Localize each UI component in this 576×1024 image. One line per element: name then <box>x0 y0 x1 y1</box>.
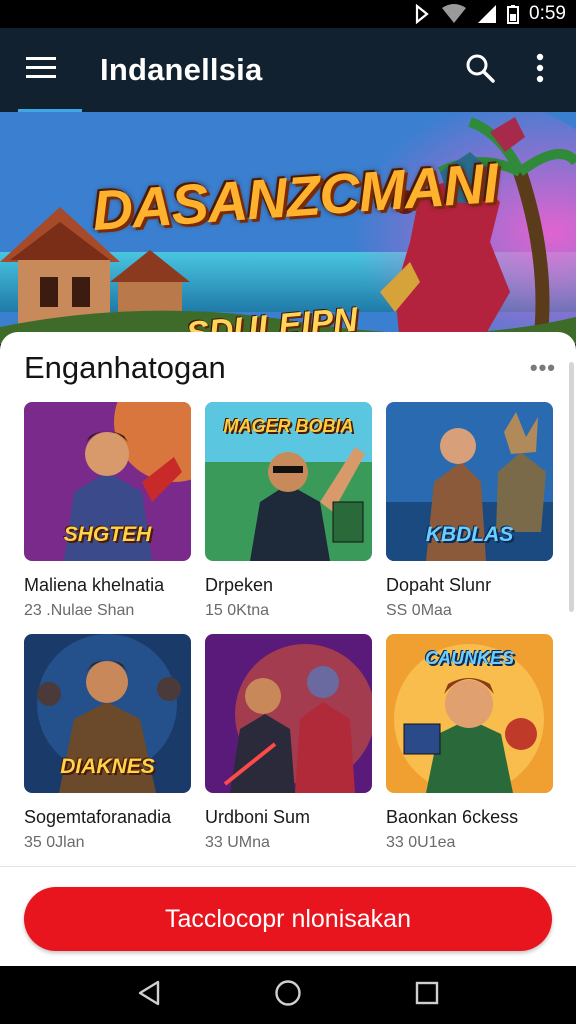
game-card[interactable]: SHGTEH Maliena khelnatia 23 .Nulae Shan <box>24 402 191 620</box>
game-art-text: CAUNKES <box>424 648 514 668</box>
game-thumbnail: MAGER BOBIA <box>205 402 372 561</box>
section-title: Enganhatogan <box>24 350 226 385</box>
menu-button[interactable] <box>0 28 82 112</box>
game-subtitle: SS 0Maa <box>386 602 452 619</box>
games-section: Enganhatogan ••• SHGTEH Maliena khelnati… <box>0 332 576 872</box>
game-card[interactable]: KBDLAS Dopaht Slunr SS 0Maa <box>386 402 553 620</box>
section-more-button[interactable]: ••• <box>530 355 556 381</box>
game-subtitle: 15 0Ktna <box>205 602 270 619</box>
game-title: Maliena khelnatia <box>24 575 165 595</box>
search-button[interactable] <box>450 28 510 112</box>
overflow-menu-button[interactable] <box>510 28 570 112</box>
signal-icon <box>477 4 497 24</box>
game-card[interactable]: MAGER BOBIA Drpeken 15 0Ktna <box>205 402 372 620</box>
game-card[interactable]: Urdboni Sum 33 UMna <box>205 634 372 852</box>
game-art-text: MAGER BOBIA <box>223 416 354 436</box>
game-card[interactable]: DIAKNES Sogemtaforanadia 35 0Jlan <box>24 634 191 852</box>
system-nav-bar <box>0 966 576 1024</box>
game-thumbnail: CAUNKES <box>386 634 553 793</box>
hero-banner[interactable]: DASANZCMANI SDULEIPN <box>0 112 576 344</box>
cta-area: Tacclocopr nlonisakan <box>0 866 576 966</box>
game-subtitle: 23 .Nulae Shan <box>24 602 135 619</box>
section-header: Enganhatogan ••• <box>24 346 556 390</box>
app-screen: 0:59 Indanellsia DASANZCMANI SDULEIPN En… <box>0 0 576 1024</box>
menu-icon <box>26 56 56 84</box>
app-bar: Indanellsia <box>0 28 576 112</box>
app-title: Indanellsia <box>100 52 263 87</box>
game-title: Baonkan 6ckess <box>386 807 519 827</box>
scrollbar[interactable] <box>569 362 574 612</box>
home-icon[interactable] <box>274 979 302 1012</box>
game-title: Urdboni Sum <box>205 807 311 827</box>
game-thumbnail: DIAKNES <box>24 634 191 793</box>
game-subtitle: 33 UMna <box>205 834 270 851</box>
game-subtitle: 33 0U1ea <box>386 834 456 851</box>
game-thumbnail: SHGTEH <box>24 402 191 561</box>
game-art-text: DIAKNES <box>60 755 155 778</box>
primary-cta-button[interactable]: Tacclocopr nlonisakan <box>24 887 552 951</box>
game-art-text: KBDLAS <box>425 523 514 546</box>
more-vert-icon <box>536 53 544 88</box>
search-icon <box>465 53 495 88</box>
nfc-icon <box>413 4 431 24</box>
recents-icon[interactable] <box>414 980 440 1011</box>
game-thumbnail: KBDLAS <box>386 402 553 561</box>
game-thumbnail <box>205 634 372 793</box>
game-card[interactable]: CAUNKES Baonkan 6ckess 33 0U1ea <box>386 634 553 852</box>
game-title: Drpeken <box>205 575 274 595</box>
game-subtitle: 35 0Jlan <box>24 834 85 851</box>
wifi-icon <box>441 4 467 24</box>
game-title: Sogemtaforanadia <box>24 807 172 827</box>
game-title: Dopaht Slunr <box>386 575 492 595</box>
game-art-text: SHGTEH <box>63 523 152 546</box>
status-time: 0:59 <box>529 3 566 24</box>
back-icon[interactable] <box>136 979 162 1012</box>
status-bar: 0:59 <box>0 0 576 28</box>
battery-icon <box>507 4 520 24</box>
